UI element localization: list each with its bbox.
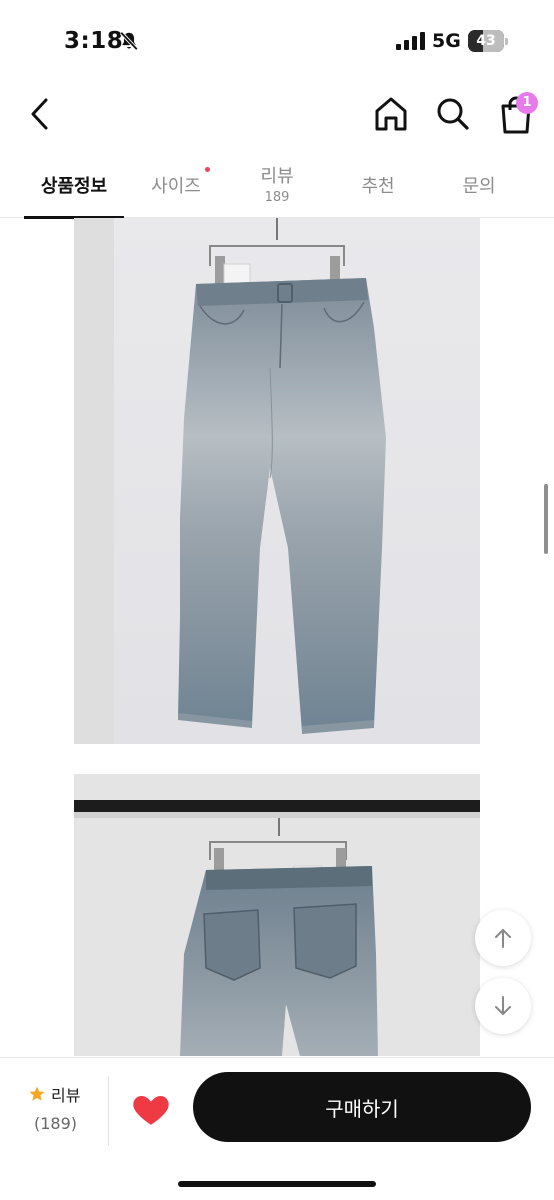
review-summary[interactable]: 리뷰 (189) (20, 1082, 90, 1142)
review-label: 리뷰 (51, 1086, 81, 1105)
wishlist-button[interactable] (130, 1088, 172, 1130)
tab-label: 사이즈 (151, 176, 201, 197)
tab-label: 추천 (361, 176, 395, 197)
home-button[interactable] (372, 94, 410, 134)
tab-review-count: 189 (264, 190, 290, 205)
cellular-signal-icon (396, 32, 425, 50)
bell-slash-icon (119, 31, 139, 51)
chevron-left-icon (31, 98, 48, 130)
buy-button[interactable]: 구매하기 (193, 1072, 531, 1142)
cart-button[interactable]: 1 (494, 90, 538, 134)
tab-recommend[interactable]: 추천 (328, 150, 428, 218)
product-tabs: 상품정보 사이즈 리뷰 189 추천 문의 (0, 150, 554, 219)
back-button[interactable] (22, 94, 58, 134)
cart-count-badge: 1 (516, 92, 538, 114)
tab-label: 리뷰 (260, 166, 294, 187)
scroll-to-bottom-button[interactable] (475, 978, 531, 1034)
status-time: 3:18 (64, 28, 124, 54)
tab-product-info[interactable]: 상품정보 (24, 150, 124, 219)
scrollbar[interactable] (544, 484, 548, 554)
home-icon (375, 97, 407, 131)
tab-label: 상품정보 (40, 176, 108, 197)
search-icon (437, 98, 469, 130)
new-dot-badge (205, 167, 210, 172)
scroll-to-top-button[interactable] (475, 910, 531, 966)
review-count: (189) (34, 1114, 78, 1133)
battery-level: 43 (476, 33, 496, 49)
product-image-back (74, 774, 480, 1056)
battery-icon: 43 (468, 30, 508, 52)
tab-size[interactable]: 사이즈 (126, 150, 226, 218)
arrow-down-icon (495, 996, 511, 1015)
product-image-front (74, 218, 480, 744)
arrow-up-icon (495, 929, 511, 948)
bottom-purchase-bar: 리뷰 (189) 구매하기 (0, 1057, 554, 1200)
status-bar: 3:18 5G 43 (0, 0, 554, 80)
search-button[interactable] (434, 94, 472, 134)
tab-inquiry[interactable]: 문의 (429, 150, 529, 218)
tab-label: 문의 (462, 176, 496, 197)
network-type: 5G (432, 30, 461, 52)
divider (108, 1076, 109, 1146)
header: 1 (0, 84, 554, 146)
star-icon (29, 1086, 45, 1101)
home-indicator (178, 1181, 376, 1187)
heart-icon (133, 1096, 169, 1125)
tab-review[interactable]: 리뷰 189 (227, 150, 327, 218)
